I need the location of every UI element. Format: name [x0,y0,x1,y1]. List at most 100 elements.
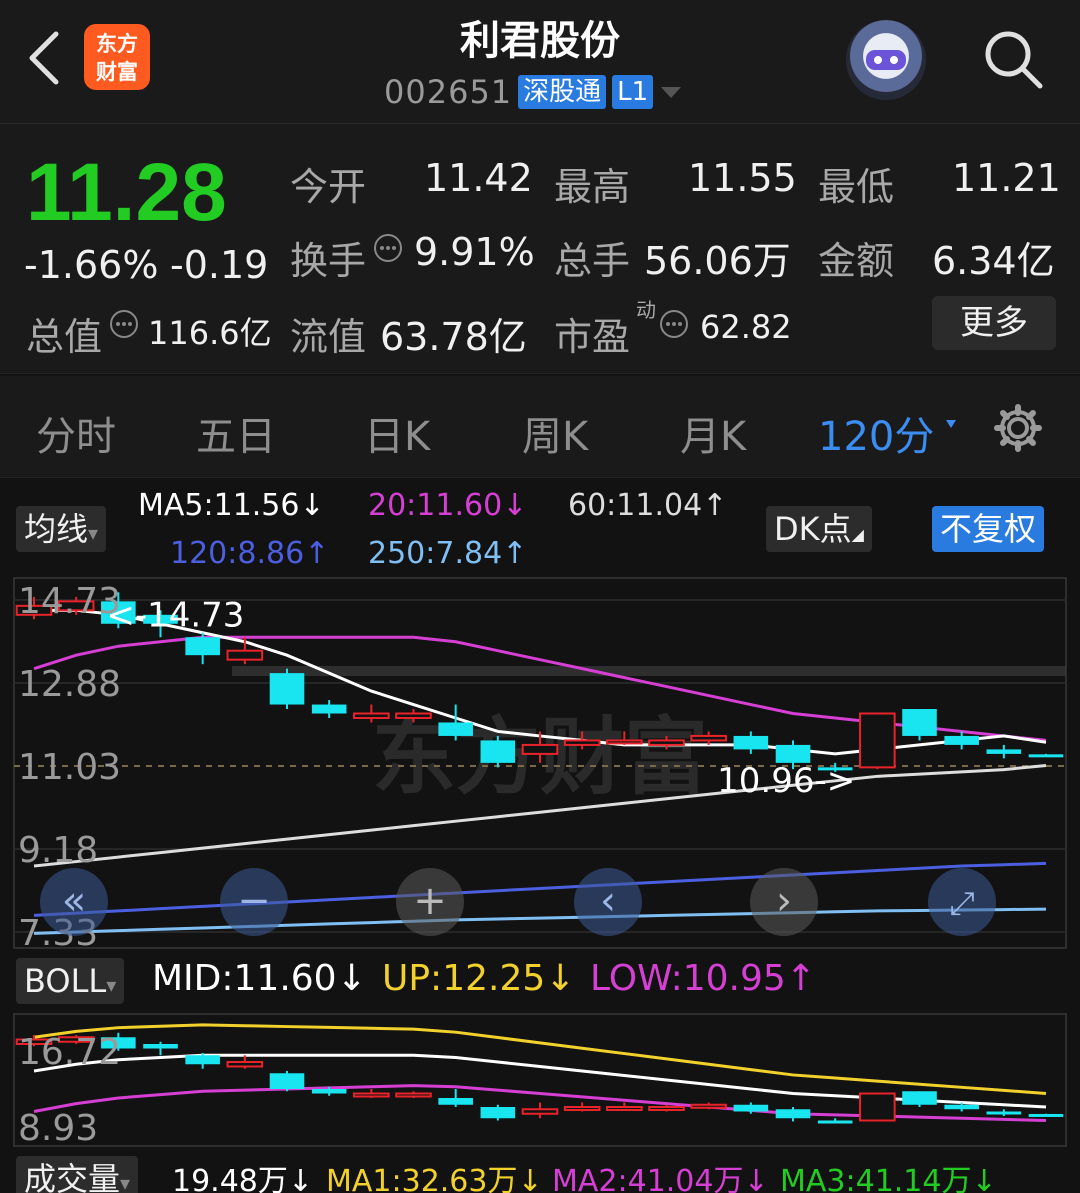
ma-selector-label: 均线 [24,510,89,548]
candle [902,1091,937,1105]
dk-point-selector[interactable]: DK点◢ [766,506,872,552]
tab-daily-k[interactable]: 日K [364,404,430,462]
candle [733,735,769,750]
boll-axis-low: 8.93 [18,1108,98,1149]
boll-low: LOW:10.95↑ [590,958,816,999]
chevron-left-icon: ‹ [600,878,616,924]
chevron-down-icon: ▾ [106,973,117,997]
gear-icon[interactable] [992,402,1044,454]
high-marker: <-14.73 [106,595,244,635]
candle [1028,754,1064,758]
candle [395,1092,432,1098]
volume-ma3: MA3:41.14万↓ [780,1164,997,1193]
stock-code: 002651 [384,73,513,111]
candle [775,1109,811,1119]
candle [817,1120,853,1124]
high-label: 最高 [554,165,631,209]
scroll-right-button[interactable]: › [750,868,818,936]
dk-point-label: DK点 [774,510,852,548]
ma250-line [33,907,1047,935]
chevron-down-icon: ▾ [120,1171,131,1193]
volume-selector-label: 成交量 [24,1160,121,1193]
change-amount: -0.19 [170,243,269,287]
candle [690,734,727,742]
low-label: 最低 [818,165,895,209]
candle [353,1092,390,1098]
candle [733,1104,769,1112]
candle [185,637,220,656]
info-icon[interactable] [372,232,404,264]
float-label: 流值 [290,315,367,359]
double-chevron-left-icon: « [61,878,87,924]
open-label: 今开 [290,165,367,209]
volume-ma2: MA2:41.04万↓ [552,1164,769,1193]
pe-dynamic-mark: 动 [636,298,656,322]
candle [395,712,432,719]
candle [986,749,1022,754]
boll-selector[interactable]: BOLL▾ [16,958,125,1004]
candle [606,739,643,745]
chevron-down-icon: ◢ [851,525,864,544]
candle [859,1092,896,1122]
candle [648,739,685,746]
scroll-left-fast-button[interactable]: « [40,868,108,936]
fullscreen-button[interactable]: ⤢ [928,868,996,936]
ma-selector[interactable]: 均线▾ [16,506,107,552]
ma5-readout: MA5:11.56↓ [138,488,325,523]
pe-value: 62.82 [700,308,792,346]
amount-value: 6.34亿 [932,239,1055,283]
price-axis-label: 11.03 [18,747,121,788]
info-icon[interactable] [108,308,140,340]
candle [480,740,516,763]
tab-weekly-k[interactable]: 周K [522,404,588,462]
candle [986,1111,1022,1115]
expand-icon: ⤢ [949,884,975,922]
stock-code-row[interactable]: 002651 深股通 L1 [384,72,683,112]
candle [1028,1113,1064,1117]
candle [690,1103,727,1109]
volume-selector[interactable]: 成交量▾ [16,1156,139,1193]
ma120-line [33,861,1047,917]
price-axis-label: 12.88 [18,664,121,705]
scroll-left-button[interactable]: ‹ [574,868,642,936]
candle [269,673,305,705]
tab-120min[interactable]: 120分 [818,404,934,462]
float-value: 63.78亿 [380,315,527,359]
zoom-in-button[interactable]: + [396,868,464,936]
adjust-button[interactable]: 不复权 [932,506,1045,552]
tab-monthly-k[interactable]: 月K [680,404,746,462]
ma120-readout: 120:8.86↑ [170,536,330,571]
candle [353,712,390,719]
info-icon[interactable] [658,308,690,340]
chevron-down-icon: ▾ [88,521,99,545]
dropdown-icon[interactable] [659,83,683,101]
ma250-readout: 250:7.84↑ [368,536,528,571]
low-value: 11.21 [952,156,1061,200]
price-axis-label: 9.18 [18,830,98,871]
zoom-out-button[interactable]: − [220,868,288,936]
low-marker: 10.96-> [717,761,855,801]
level-tag: L1 [612,75,654,109]
dropdown-icon[interactable] [944,418,958,432]
boll-axis-high: 16.72 [18,1032,121,1073]
volume-readout: 19.48万↓ [172,1164,314,1193]
more-button[interactable]: 更多 [932,296,1056,350]
candlestick-chart[interactable]: 东方财富 14.7312.8811.039.187.33 <-14.73 10.… [0,576,1080,952]
mktcap-value: 116.6亿 [148,314,272,352]
candle [438,722,473,736]
turnover-label: 换手 [290,239,367,283]
amount-label: 金额 [818,239,895,283]
candle [185,1055,220,1065]
tab-five-day[interactable]: 五日 [196,404,276,462]
ma60-readout: 60:11.04↑ [568,488,728,523]
candle [859,712,896,769]
candle [311,1089,347,1094]
boll-chart[interactable]: 16.72 8.93 [0,1012,1080,1150]
candle [902,709,937,736]
assistant-avatar[interactable] [846,20,926,100]
candle [606,1106,643,1111]
boll-selector-label: BOLL [24,962,107,1000]
search-icon[interactable] [980,26,1046,92]
price-band [232,666,1066,676]
tab-intraday[interactable]: 分时 [36,404,116,462]
